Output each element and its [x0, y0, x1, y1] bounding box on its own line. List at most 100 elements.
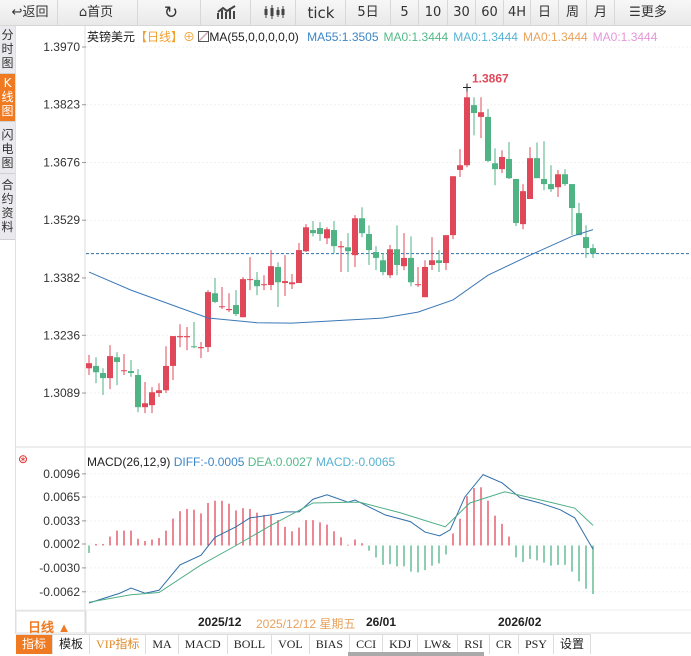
candle: [478, 97, 484, 139]
candle: [247, 257, 253, 291]
candle-body: [233, 305, 239, 315]
candle: [303, 224, 309, 253]
candle: [219, 286, 225, 309]
candle: [331, 220, 337, 254]
candle: [289, 274, 295, 289]
candle: [338, 241, 344, 273]
candle: [268, 250, 274, 291]
candle-body: [450, 176, 456, 236]
candle-body: [198, 347, 204, 349]
candle: [275, 262, 281, 308]
candle: [142, 382, 148, 414]
candle-body: [86, 363, 92, 369]
candle: [121, 354, 127, 375]
candle-body: [268, 266, 274, 286]
macd-dea: DEA:0.0027: [247, 455, 313, 469]
ma-settings-icon[interactable]: [198, 31, 210, 42]
ma-params: MA(55,0,0,0,0,0): [209, 30, 299, 44]
price-tick-label: 1.3676: [43, 155, 80, 169]
candle: [415, 266, 421, 287]
candle-body: [289, 282, 295, 285]
candle-body: [310, 230, 316, 234]
candle-body: [163, 365, 169, 391]
candle: [352, 215, 358, 267]
candle-body: [443, 235, 449, 264]
candle-body: [107, 356, 113, 379]
horizontal-scrollbar[interactable]: [348, 652, 484, 656]
candle-body: [240, 279, 246, 318]
candle: [492, 148, 498, 186]
ma-value-0: MA55:1.3505: [307, 30, 379, 44]
candle-body: [590, 248, 596, 254]
indicator-tab-vip-2[interactable]: VIP指标: [90, 635, 147, 654]
candle: [163, 346, 169, 394]
candle-body: [541, 178, 547, 185]
candle: [345, 233, 351, 273]
chart-area[interactable]: 1.3970 1.3823 1.3676 1.3529 1.3382 1.3236 1.30…: [0, 0, 691, 656]
chart-header: 英镑美元【日线】⊕ MA(55,0,0,0,0,0) MA55:1.3505 MA…: [87, 28, 657, 45]
cursor-date-label: 2025/12/12 星期五: [256, 617, 356, 631]
indicator-tab--0[interactable]: 指标: [16, 635, 54, 654]
price-tick-label: 1.3382: [43, 271, 80, 285]
macd-header: MACD(26,12,9) DIFF:-0.0005 DEA:0.0027 MA…: [87, 455, 395, 469]
high-marker-icon: [463, 83, 471, 92]
add-icon[interactable]: ⊕: [183, 30, 195, 44]
candle: [401, 233, 407, 271]
indicator-tab--1[interactable]: 模板: [53, 635, 91, 654]
candle-body: [142, 403, 148, 408]
ma-value-2: MA0:1.3444: [453, 30, 518, 44]
candle: [387, 244, 393, 278]
macd-tick-label: -0.0030: [39, 561, 80, 575]
candle-body: [394, 249, 400, 265]
dea-line: [88, 491, 594, 603]
candle: [86, 354, 92, 375]
candle: [555, 169, 561, 198]
indicator-tab-vol-6[interactable]: VOL: [272, 635, 310, 654]
candle: [394, 225, 400, 276]
candle-body: [324, 229, 330, 239]
candle-body: [499, 156, 505, 170]
candle-body: [149, 392, 155, 406]
candle: [506, 142, 512, 179]
date-label-dec: 2025/12: [198, 615, 242, 629]
macd-value: MACD:-0.0065: [315, 455, 396, 469]
macd-title: MACD(26,12,9): [87, 455, 171, 469]
ma-value-3: MA0:1.3444: [522, 30, 588, 44]
candle-body: [436, 260, 442, 264]
candle-body: [555, 174, 561, 188]
candle: [128, 360, 134, 377]
candle: [485, 109, 491, 163]
indicator-tab-cr-12[interactable]: CR: [489, 635, 519, 654]
macd-settings-icon[interactable]: ⊛: [18, 452, 28, 466]
indicator-tab--14[interactable]: 设置: [553, 635, 591, 654]
indicator-tab-psy-13[interactable]: PSY: [518, 635, 554, 654]
ma-value-4: MA0:1.3444: [592, 30, 658, 44]
indicator-tab-ma-3[interactable]: MA: [146, 635, 179, 654]
candle: [100, 368, 106, 395]
indicator-tab-macd-4[interactable]: MACD: [178, 635, 228, 654]
candle-body: [464, 97, 470, 166]
candle: [107, 345, 113, 390]
candle: [429, 237, 435, 271]
candle: [317, 222, 323, 242]
high-price-label: 1.3867: [472, 71, 509, 85]
macd-diff: DIFF:-0.0005: [173, 455, 245, 469]
indicator-tab-bias-7[interactable]: BIAS: [309, 635, 351, 654]
indicator-tab-boll-5[interactable]: BOLL: [227, 635, 273, 654]
candle: [576, 202, 582, 236]
candle-body: [128, 371, 134, 374]
candle: [583, 225, 589, 258]
candle-body: [93, 365, 99, 373]
candle-body: [548, 184, 554, 190]
candle: [226, 293, 232, 313]
candle: [170, 336, 176, 381]
candle-body: [282, 281, 288, 284]
candle: [548, 165, 554, 192]
candle-body: [303, 227, 309, 252]
candle: [324, 227, 330, 245]
candle-body: [569, 184, 575, 209]
candle-body: [345, 247, 351, 252]
candle: [422, 260, 428, 298]
candle-body: [380, 260, 386, 273]
candle-body: [492, 163, 498, 170]
